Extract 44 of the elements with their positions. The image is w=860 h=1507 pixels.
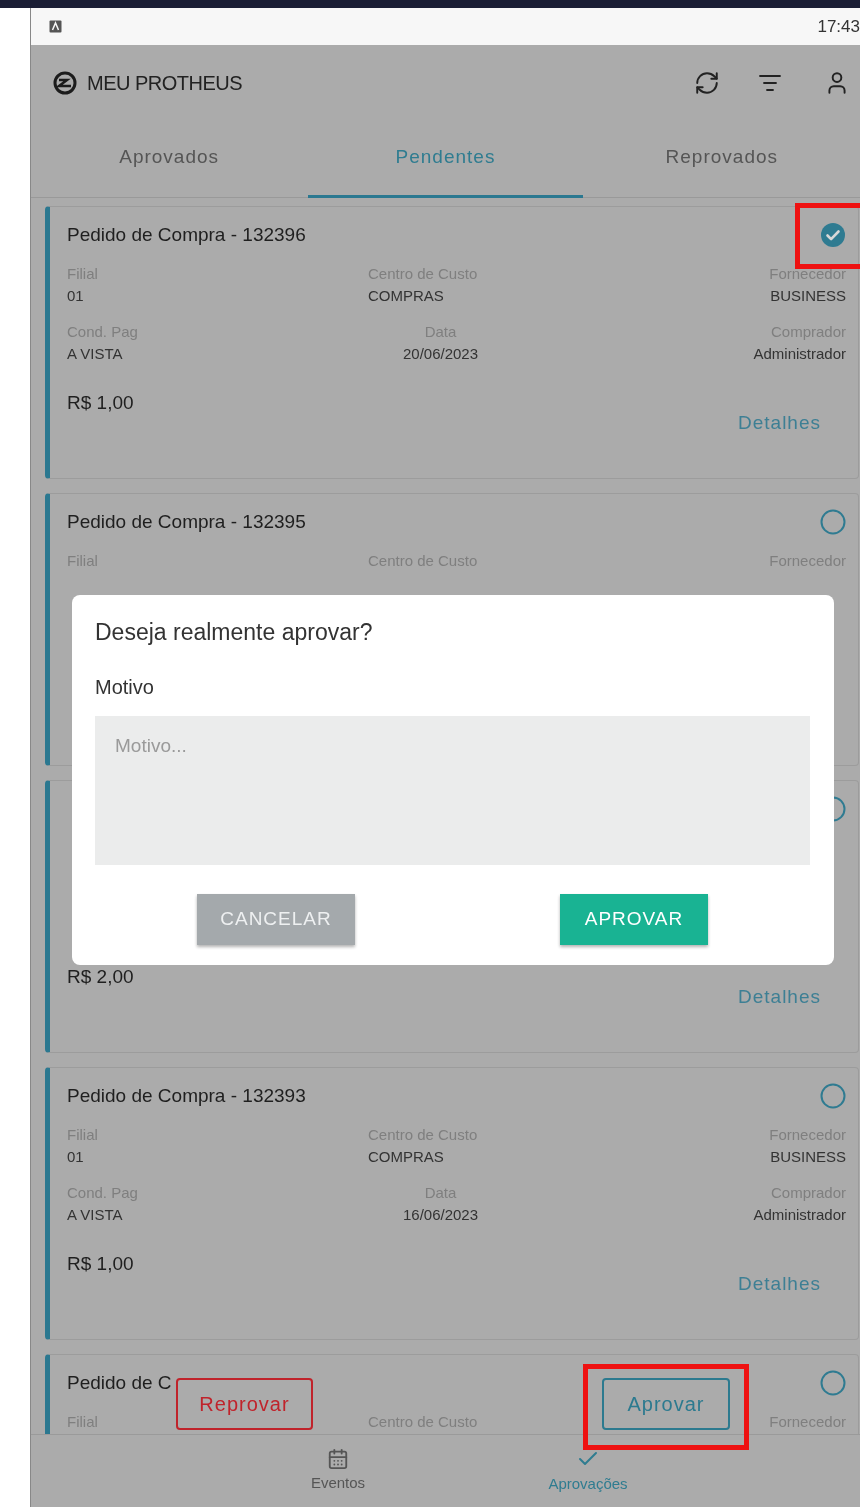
field-value: A VISTA — [67, 344, 124, 364]
tab[interactable]: Reprovados — [584, 120, 860, 198]
details-link[interactable]: Detalhes — [738, 409, 821, 438]
details-link[interactable]: Detalhes — [738, 1270, 821, 1299]
field-value: BUSINESS — [769, 286, 846, 306]
card-title: Pedido de C — [67, 1370, 172, 1395]
dialog-title: Deseja realmente aprovar? — [95, 618, 374, 647]
field-value: COMPRAS — [368, 1147, 445, 1167]
field-value: A VISTA — [67, 1205, 124, 1225]
field-value: Administrador — [752, 344, 846, 364]
cancel-button[interactable]: CANCELAR — [197, 893, 355, 945]
nav-item[interactable]: Aprovações — [533, 1435, 643, 1507]
field-value: BUSINESS — [769, 1147, 846, 1167]
tab[interactable]: Pendentes — [308, 120, 583, 198]
reason-field[interactable]: Motivo... — [95, 715, 810, 865]
calendar-icon — [327, 1447, 349, 1470]
price: R$ 1,00 — [67, 1252, 134, 1276]
field-value: 16/06/2023 — [401, 1205, 480, 1225]
price: R$ 1,00 — [67, 391, 134, 415]
checked-circle-icon[interactable] — [820, 222, 846, 248]
clock-time: 17:43 — [817, 15, 860, 38]
logo-icon — [53, 70, 77, 95]
empty-circle-icon[interactable] — [820, 1370, 846, 1396]
field-value: 20/06/2023 — [401, 344, 480, 364]
card-title: Pedido de Compra - 132396 — [67, 222, 306, 247]
price: R$ 2,00 — [67, 965, 134, 989]
card-title: Pedido de Compra - 132395 — [67, 509, 306, 534]
approve-button[interactable]: Aprovar — [602, 1378, 730, 1430]
details-link[interactable]: Detalhes — [738, 983, 821, 1012]
nav-item[interactable]: Eventos — [293, 1435, 383, 1507]
confirm-button[interactable]: APROVAR — [560, 893, 708, 945]
field-label: Motivo — [95, 674, 155, 700]
field-value: COMPRAS — [368, 286, 445, 306]
card-title: Pedido de Compra - 132393 — [67, 1083, 306, 1108]
app-title: MEU PROTHEUS — [87, 70, 243, 96]
refresh-icon[interactable] — [694, 69, 720, 96]
tab[interactable]: Aprovados — [31, 120, 307, 198]
field-value: 01 — [67, 286, 85, 306]
reject-button[interactable]: Reprovar — [176, 1378, 313, 1430]
empty-circle-icon[interactable] — [820, 509, 846, 535]
field-value: Administrador — [752, 1205, 846, 1225]
empty-circle-icon[interactable] — [820, 1083, 846, 1109]
notification-icon — [49, 20, 62, 33]
field-value: 01 — [67, 1147, 85, 1167]
